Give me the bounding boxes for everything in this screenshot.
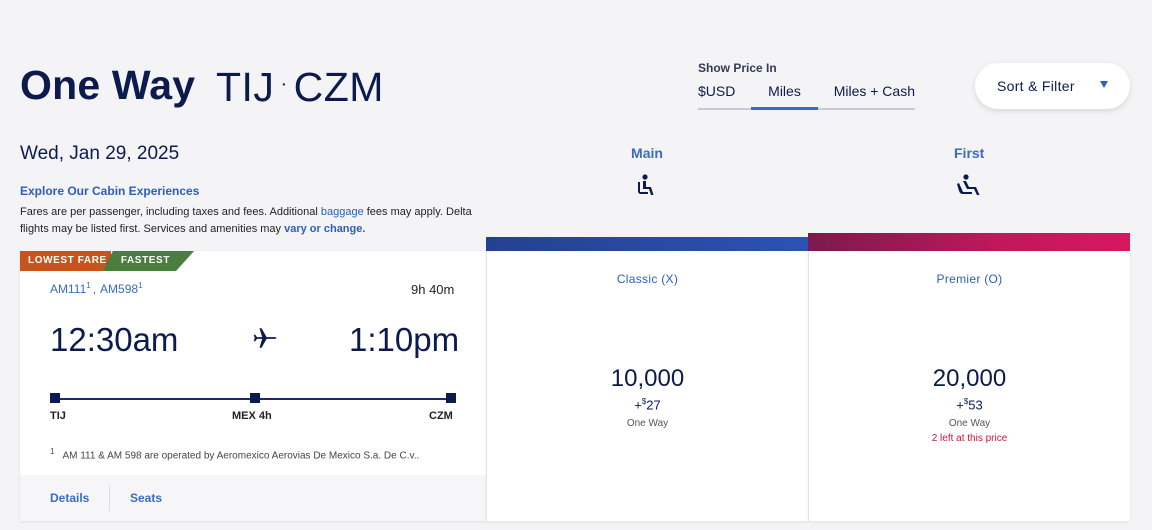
footnote-marker: 1	[50, 447, 55, 456]
cabin-main-header: Main	[630, 145, 664, 203]
cash-prefix: +	[634, 397, 642, 413]
card-footer	[20, 475, 486, 521]
fare-class-name: Premier (O)	[936, 272, 1003, 286]
fares-text: Fares are per passenger, including taxes…	[20, 206, 321, 218]
fare-cash: +$53	[809, 397, 1130, 412]
route-separator: ·	[280, 72, 288, 95]
explore-cabins-link[interactable]: Explore Our Cabin Experiences	[20, 184, 199, 198]
flight-card: LOWEST FARE FASTEST AM1111, AM5981 9h 40m…	[20, 251, 486, 521]
flight-numbers[interactable]: AM1111, AM5981	[50, 281, 143, 296]
airplane-icon	[253, 328, 277, 348]
fare-miles: 20,000	[932, 365, 1007, 392]
flight-duration: 9h 40m	[411, 282, 455, 297]
lowest-fare-badge: LOWEST FARE	[20, 251, 111, 271]
route-title: TIJ · CZM	[216, 64, 384, 111]
arrival-time: 1:10pm	[349, 321, 460, 358]
fare-cell-first[interactable]: Premier (O) 20,000 +$53 One Way 2 left a…	[808, 251, 1130, 521]
fare-class-name: Classic (X)	[616, 272, 679, 286]
show-price-label: Show Price In	[698, 61, 777, 75]
price-tab-usd[interactable]: $USD	[698, 79, 751, 110]
main-cabin-bar	[486, 237, 808, 251]
destination-marker	[446, 393, 456, 403]
fares-disclaimer: Fares are per passenger, including taxes…	[20, 204, 490, 238]
vary-change-link[interactable]: vary or change.	[284, 223, 365, 235]
footnote-marker: 1	[86, 281, 91, 290]
footnote-text: AM 111 & AM 598 are operated by Aeromexi…	[62, 450, 420, 462]
cash-amount: 53	[968, 397, 983, 413]
destination-code: CZM	[293, 64, 384, 110]
layover-marker	[250, 393, 260, 403]
flight-tags: LOWEST FARE FASTEST	[20, 251, 194, 271]
fare-cash: +$27	[487, 397, 808, 412]
sort-filter-button[interactable]: Sort & Filter	[975, 63, 1130, 109]
layover-label[interactable]: MEX 4h	[232, 410, 272, 422]
origin-marker	[50, 393, 60, 403]
baggage-link[interactable]: baggage	[321, 206, 364, 218]
price-tab-miles[interactable]: Miles	[751, 79, 818, 110]
fare-trip-type: One Way	[948, 418, 991, 429]
operator-footnote: 1 AM 111 & AM 598 are operated by Aeromex…	[50, 447, 419, 461]
first-cabin-bar	[808, 233, 1130, 251]
cabin-first-label: First	[954, 145, 985, 161]
destination-label: CZM	[429, 410, 453, 422]
origin-code: TIJ	[216, 64, 275, 110]
flight-number: AM111	[50, 282, 87, 296]
cabin-first-header: First	[954, 145, 984, 203]
fare-miles: 10,000	[610, 365, 685, 392]
cabin-main-label: Main	[631, 145, 663, 161]
cash-amount: 27	[646, 397, 661, 413]
sort-filter-label: Sort & Filter	[997, 78, 1075, 94]
seats-left-warning: 2 left at this price	[931, 433, 1008, 444]
seats-link[interactable]: Seats	[130, 491, 162, 505]
page-title: One Way	[20, 62, 196, 108]
details-link[interactable]: Details	[50, 491, 89, 505]
footer-divider	[109, 485, 110, 511]
fare-trip-type: One Way	[626, 418, 669, 429]
fastest-badge: FASTEST	[103, 251, 194, 271]
flight-date: Wed, Jan 29, 2025	[20, 143, 180, 164]
recliner-seat-icon	[957, 174, 980, 195]
flight-separator: ,	[92, 282, 97, 296]
caret-down-icon	[1100, 81, 1108, 88]
cash-prefix: +	[956, 397, 964, 413]
price-tab-miles-cash[interactable]: Miles + Cash	[818, 79, 915, 110]
price-toggle: $USD Miles Miles + Cash	[698, 79, 915, 110]
fare-cell-main[interactable]: Classic (X) 10,000 +$27 One Way	[486, 251, 808, 521]
seat-icon	[638, 174, 654, 195]
departure-time: 12:30am	[50, 321, 179, 358]
flight-number: AM598	[100, 282, 139, 296]
origin-label: TIJ	[50, 410, 66, 422]
footnote-marker: 1	[138, 281, 143, 290]
